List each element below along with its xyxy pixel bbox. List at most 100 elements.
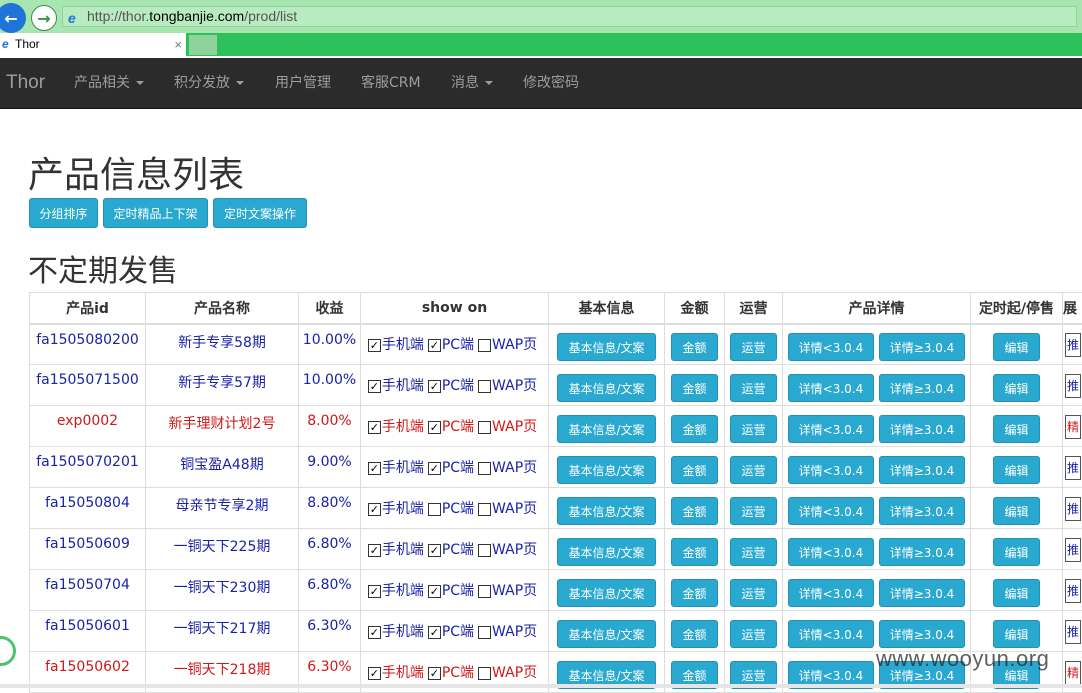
nav-item-users[interactable]: 用户管理	[275, 58, 331, 108]
edit-button[interactable]: 编辑	[993, 538, 1039, 566]
product-id-link[interactable]: fa1505080200	[30, 324, 146, 365]
detail-new-button[interactable]: 详情≥3.0.4	[879, 620, 966, 648]
detail-new-button[interactable]: 详情≥3.0.4	[879, 497, 966, 525]
show-on-wap[interactable]: WAP页	[478, 460, 541, 476]
detail-new-button[interactable]: 详情≥3.0.4	[879, 579, 966, 607]
checkbox-wap[interactable]	[478, 503, 491, 516]
extra-button[interactable]: 推	[1065, 374, 1081, 398]
scheduled-copy-button[interactable]: 定时文案操作	[213, 198, 307, 228]
checkbox-mobile[interactable]: ✓	[368, 585, 381, 598]
ops-button[interactable]: 运营	[730, 579, 776, 607]
show-on-pc[interactable]: ✓PC端	[428, 583, 478, 599]
checkbox-mobile[interactable]: ✓	[368, 626, 381, 639]
product-name-link[interactable]: 一铜天下217期	[146, 611, 299, 652]
show-on-wap[interactable]: WAP页	[478, 337, 541, 353]
nav-item-points[interactable]: 积分发放	[174, 58, 244, 108]
product-name-link[interactable]: 一铜天下225期	[146, 529, 299, 570]
show-on-mobile[interactable]: ✓手机端	[368, 583, 428, 599]
extra-button[interactable]: 推	[1065, 620, 1081, 644]
checkbox-mobile[interactable]: ✓	[368, 380, 381, 393]
product-id-link[interactable]: fa1505071500	[30, 365, 146, 406]
ops-button[interactable]: 运营	[730, 538, 776, 566]
extra-button[interactable]: 精	[1065, 415, 1081, 439]
extra-button[interactable]: 推	[1065, 333, 1081, 357]
amount-button[interactable]: 金额	[671, 456, 717, 484]
show-on-mobile[interactable]: ✓手机端	[368, 419, 428, 435]
detail-new-button[interactable]: 详情≥3.0.4	[879, 333, 966, 361]
show-on-pc[interactable]: ✓PC端	[428, 378, 478, 394]
basic-info-button[interactable]: 基本信息/文案	[557, 538, 655, 566]
amount-button[interactable]: 金额	[671, 538, 717, 566]
product-id-link[interactable]: exp0002	[30, 406, 146, 447]
edit-button[interactable]: 编辑	[993, 333, 1039, 361]
nav-item-crm[interactable]: 客服CRM	[361, 58, 421, 108]
show-on-pc[interactable]: ✓PC端	[428, 665, 478, 681]
brand-logo[interactable]: Thor	[6, 58, 45, 108]
show-on-mobile[interactable]: ✓手机端	[368, 665, 428, 681]
edit-button[interactable]: 编辑	[993, 374, 1039, 402]
show-on-mobile[interactable]: ✓手机端	[368, 460, 428, 476]
detail-old-button[interactable]: 详情<3.0.4	[788, 579, 875, 607]
product-id-link[interactable]: fa1505070201	[30, 447, 146, 488]
show-on-mobile[interactable]: ✓手机端	[368, 337, 428, 353]
basic-info-button[interactable]: 基本信息/文案	[557, 456, 655, 484]
checkbox-wap[interactable]	[478, 339, 491, 352]
checkbox-mobile[interactable]: ✓	[368, 667, 381, 680]
basic-info-button[interactable]: 基本信息/文案	[557, 333, 655, 361]
show-on-mobile[interactable]: ✓手机端	[368, 501, 428, 517]
show-on-wap[interactable]: WAP页	[478, 419, 541, 435]
url-field[interactable]: e http://thor.tongbanjie.com/prod/list	[62, 6, 1077, 27]
ops-button[interactable]: 运营	[730, 620, 776, 648]
nav-item-products[interactable]: 产品相关	[74, 58, 144, 108]
checkbox-pc[interactable]: ✓	[428, 380, 441, 393]
detail-old-button[interactable]: 详情<3.0.4	[788, 456, 875, 484]
detail-old-button[interactable]: 详情<3.0.4	[788, 620, 875, 648]
checkbox-wap[interactable]	[478, 585, 491, 598]
amount-button[interactable]: 金额	[671, 333, 717, 361]
amount-button[interactable]: 金额	[671, 620, 717, 648]
show-on-pc[interactable]: PC端	[428, 501, 478, 517]
tab-close-icon[interactable]: ×	[174, 33, 182, 56]
detail-old-button[interactable]: 详情<3.0.4	[788, 333, 875, 361]
detail-new-button[interactable]: 详情≥3.0.4	[879, 538, 966, 566]
ops-button[interactable]: 运营	[730, 456, 776, 484]
checkbox-wap[interactable]	[478, 544, 491, 557]
checkbox-pc[interactable]: ✓	[428, 585, 441, 598]
product-name-link[interactable]: 新手专享58期	[146, 324, 299, 365]
new-tab-button[interactable]	[189, 35, 217, 55]
ops-button[interactable]: 运营	[730, 415, 776, 443]
basic-info-button[interactable]: 基本信息/文案	[557, 620, 655, 648]
extra-button[interactable]: 推	[1065, 456, 1081, 480]
amount-button[interactable]: 金额	[671, 374, 717, 402]
show-on-mobile[interactable]: ✓手机端	[368, 378, 428, 394]
detail-old-button[interactable]: 详情<3.0.4	[788, 415, 875, 443]
extra-button[interactable]: 推	[1065, 497, 1081, 521]
nav-item-change-password[interactable]: 修改密码	[523, 58, 579, 108]
detail-new-button[interactable]: 详情≥3.0.4	[879, 456, 966, 484]
ops-button[interactable]: 运营	[730, 333, 776, 361]
show-on-wap[interactable]: WAP页	[478, 378, 541, 394]
browser-tab[interactable]: e Thor ×	[0, 33, 186, 56]
checkbox-mobile[interactable]: ✓	[368, 421, 381, 434]
basic-info-button[interactable]: 基本信息/文案	[557, 579, 655, 607]
checkbox-mobile[interactable]: ✓	[368, 339, 381, 352]
show-on-pc[interactable]: ✓PC端	[428, 419, 478, 435]
checkbox-pc[interactable]: ✓	[428, 667, 441, 680]
amount-button[interactable]: 金额	[671, 497, 717, 525]
checkbox-wap[interactable]	[478, 421, 491, 434]
show-on-wap[interactable]: WAP页	[478, 542, 541, 558]
show-on-mobile[interactable]: ✓手机端	[368, 624, 428, 640]
show-on-wap[interactable]: WAP页	[478, 501, 541, 517]
extra-button[interactable]: 精	[1065, 661, 1081, 685]
checkbox-mobile[interactable]: ✓	[368, 544, 381, 557]
edit-button[interactable]: 编辑	[993, 620, 1039, 648]
show-on-wap[interactable]: WAP页	[478, 624, 541, 640]
forward-arrow-icon[interactable]: →	[31, 5, 57, 31]
product-name-link[interactable]: 新手专享57期	[146, 365, 299, 406]
amount-button[interactable]: 金额	[671, 579, 717, 607]
scheduled-featured-button[interactable]: 定时精品上下架	[103, 198, 208, 228]
extra-button[interactable]: 推	[1065, 579, 1081, 603]
ops-button[interactable]: 运营	[730, 497, 776, 525]
checkbox-wap[interactable]	[478, 626, 491, 639]
edit-button[interactable]: 编辑	[993, 415, 1039, 443]
